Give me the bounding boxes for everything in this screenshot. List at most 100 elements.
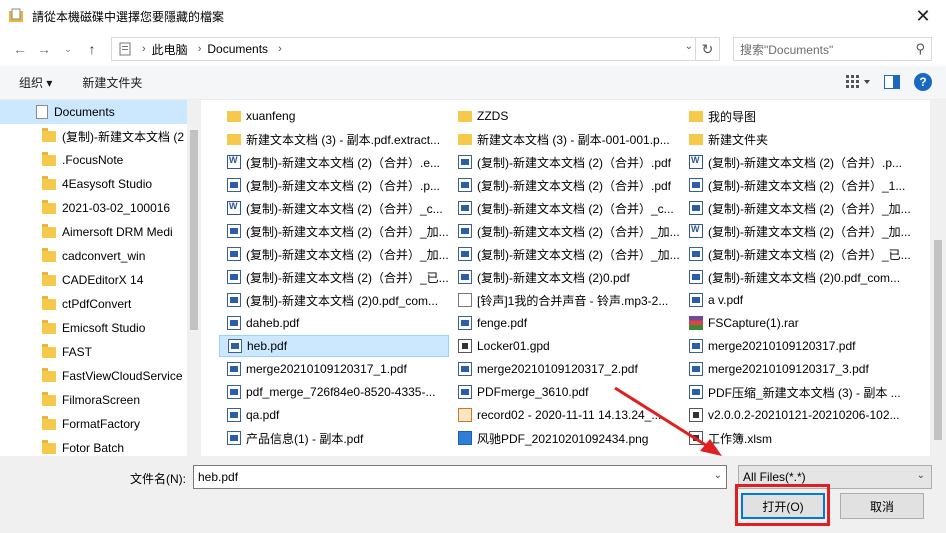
file-item[interactable]: (复制)-新建文本文档 (2)（合并）_加... — [219, 220, 449, 242]
file-name: fenge.pdf — [477, 316, 528, 330]
breadcrumb-this-pc[interactable]: 此电脑 — [152, 41, 188, 58]
folder-icon — [42, 223, 56, 238]
file-item[interactable]: record02 - 2020-11-11 14.13.24_... — [450, 404, 680, 426]
file-item[interactable]: ZZDS — [450, 105, 680, 127]
file-item[interactable]: (复制)-新建文本文档 (2)（合并）_1... — [681, 174, 911, 196]
sidebar-item[interactable]: FAST — [0, 340, 187, 364]
img-file-icon — [458, 431, 472, 445]
file-item[interactable]: merge20210109120317_3.pdf — [681, 358, 911, 380]
file-item[interactable]: FSCapture(1).rar — [681, 312, 911, 334]
file-item[interactable]: pdf_merge_726f84e0-8520-4335-... — [219, 381, 449, 403]
file-item[interactable]: (复制)-新建文本文档 (2)（合并）.e... — [219, 151, 449, 173]
file-item[interactable]: (复制)-新建文本文档 (2)（合并）_加... — [681, 197, 911, 219]
file-item[interactable]: Locker01.gpd — [450, 335, 680, 357]
file-item[interactable]: 风驰PDF_20210201092434.png — [450, 427, 680, 449]
sidebar-item[interactable]: 4Easysoft Studio — [0, 172, 187, 196]
file-item[interactable]: (复制)-新建文本文档 (2)（合并）.p... — [219, 174, 449, 196]
sidebar-item[interactable]: Documents — [0, 100, 187, 124]
close-button[interactable]: ✕ — [900, 0, 946, 32]
up-arrow-icon[interactable]: ↑ — [80, 37, 104, 61]
sidebar-item[interactable]: FastViewCloudService — [0, 364, 187, 388]
file-item[interactable]: merge20210109120317.pdf — [681, 335, 911, 357]
file-item[interactable]: 我的导图 — [681, 105, 911, 127]
file-item[interactable]: xuanfeng — [219, 105, 449, 127]
chevron-right-icon[interactable]: › — [278, 43, 282, 55]
view-grid-icon[interactable] — [846, 75, 870, 89]
folder-icon — [42, 367, 56, 382]
file-item[interactable]: daheb.pdf — [219, 312, 449, 334]
file-item[interactable]: 新建文件夹 — [681, 128, 911, 150]
file-item[interactable]: merge20210109120317_2.pdf — [450, 358, 680, 380]
navigation-pane: Documents (复制)-新建文本文档 (2 .FocusNote 4Easyso… — [0, 100, 200, 456]
sidebar-item[interactable]: Aimersoft DRM Medi — [0, 220, 187, 244]
recent-dropdown-icon[interactable]: ⌄ — [56, 37, 80, 61]
chevron-down-icon[interactable]: ⌄ — [917, 470, 925, 481]
sidebar-item[interactable]: FormatFactory — [0, 412, 187, 436]
file-item[interactable]: 新建文本文档 (3) - 副本-001-001.p... — [450, 128, 680, 150]
file-item[interactable]: (复制)-新建文本文档 (2)0.pdf — [450, 266, 680, 288]
file-item[interactable]: (复制)-新建文本文档 (2)（合并）_加... — [681, 220, 911, 242]
pdf-file-icon — [689, 339, 703, 353]
sidebar-item[interactable]: 2021-03-02_100016 — [0, 196, 187, 220]
file-item[interactable]: 产品信息(1) - 副本.pdf — [219, 427, 449, 449]
chevron-down-icon[interactable]: ⌄ — [714, 470, 722, 481]
sidebar-item[interactable]: FilmoraScreen — [0, 388, 187, 412]
file-item[interactable]: 工作簿.xlsm — [681, 427, 911, 449]
cancel-button[interactable]: 取消 — [840, 493, 924, 519]
back-arrow-icon[interactable]: ← — [8, 37, 32, 61]
pdf-file-icon — [227, 270, 241, 284]
sidebar-item[interactable]: Fotor Batch — [0, 436, 187, 456]
file-item[interactable]: qa.pdf — [219, 404, 449, 426]
sidebar-item[interactable]: ctPdfConvert — [0, 292, 187, 316]
file-item[interactable]: (复制)-新建文本文档 (2)（合并）.pdf — [450, 174, 680, 196]
file-list-scrollbar[interactable] — [930, 100, 946, 456]
preview-pane-icon[interactable] — [884, 75, 900, 89]
file-item[interactable]: (复制)-新建文本文档 (2)0.pdf_com... — [681, 266, 911, 288]
file-name: 我的导图 — [708, 109, 757, 124]
new-folder-button[interactable]: 新建文件夹 — [82, 74, 142, 91]
sidebar-scrollbar[interactable] — [187, 100, 201, 456]
pdf-file-icon — [689, 201, 703, 215]
search-input[interactable]: 搜索"Documents" ⚲ — [733, 37, 932, 61]
chevron-right-icon[interactable]: › — [198, 43, 202, 55]
file-item[interactable]: [铃声]1我的合并声音 - 铃声.mp3-2... — [450, 289, 680, 311]
breadcrumb-documents[interactable]: Documents — [207, 42, 268, 56]
help-icon[interactable]: ? — [914, 73, 932, 91]
sidebar-item[interactable]: CADEditorX 14 — [0, 268, 187, 292]
file-item[interactable]: (复制)-新建文本文档 (2)（合并）.pdf — [450, 151, 680, 173]
file-item[interactable]: (复制)-新建文本文档 (2)（合并）_加... — [450, 220, 680, 242]
file-item[interactable]: (复制)-新建文本文档 (2)（合并）_加... — [450, 243, 680, 265]
file-item[interactable]: PDF压缩_新建文本文档 (3) - 副本 ... — [681, 381, 911, 403]
file-type-select[interactable]: All Files(*.*) ⌄ — [738, 465, 932, 489]
file-item[interactable]: (复制)-新建文本文档 (2)0.pdf_com... — [219, 289, 449, 311]
file-item[interactable]: (复制)-新建文本文档 (2)（合并）_c... — [450, 197, 680, 219]
scrollbar-thumb[interactable] — [934, 240, 942, 440]
file-item[interactable]: (复制)-新建文本文档 (2)（合并）_已... — [219, 266, 449, 288]
file-item[interactable]: (复制)-新建文本文档 (2)（合并）_加... — [219, 243, 449, 265]
refresh-icon[interactable]: ↻ — [695, 38, 719, 60]
sidebar-item[interactable]: .FocusNote — [0, 148, 187, 172]
scrollbar-thumb[interactable] — [190, 130, 198, 330]
chevron-right-icon[interactable]: › — [142, 43, 146, 55]
file-item[interactable]: 新建文本文档 (3) - 副本.pdf.extract... — [219, 128, 449, 150]
file-item[interactable]: (复制)-新建文本文档 (2)（合并）_已... — [681, 243, 911, 265]
chevron-down-icon[interactable]: ⌄ — [685, 41, 693, 52]
open-button[interactable]: 打开(O) — [741, 493, 825, 519]
sidebar-item[interactable]: Emicsoft Studio — [0, 316, 187, 340]
file-item[interactable]: (复制)-新建文本文档 (2)（合并）_c... — [219, 197, 449, 219]
file-item[interactable]: (复制)-新建文本文档 (2)（合并）.p... — [681, 151, 911, 173]
filename-input[interactable]: heb.pdf ⌄ — [193, 465, 727, 489]
file-item[interactable]: heb.pdf — [219, 335, 449, 357]
search-placeholder: 搜索"Documents" — [740, 42, 834, 57]
file-item[interactable]: PDFmerge_3610.pdf — [450, 381, 680, 403]
file-item[interactable]: v2.0.0.2-20210121-20210206-102... — [681, 404, 911, 426]
file-item[interactable]: a v.pdf — [681, 289, 911, 311]
file-item[interactable]: merge20210109120317_1.pdf — [219, 358, 449, 380]
file-item[interactable]: fenge.pdf — [450, 312, 680, 334]
address-bar[interactable]: › 此电脑 › Documents › ⌄ ↻ — [111, 37, 720, 61]
file-name: a v.pdf — [708, 293, 744, 307]
sidebar-item[interactable]: cadconvert_win — [0, 244, 187, 268]
organize-button[interactable]: 组织 ▾ — [19, 74, 52, 91]
forward-arrow-icon[interactable]: → — [32, 37, 56, 61]
sidebar-item[interactable]: (复制)-新建文本文档 (2 — [0, 124, 187, 148]
